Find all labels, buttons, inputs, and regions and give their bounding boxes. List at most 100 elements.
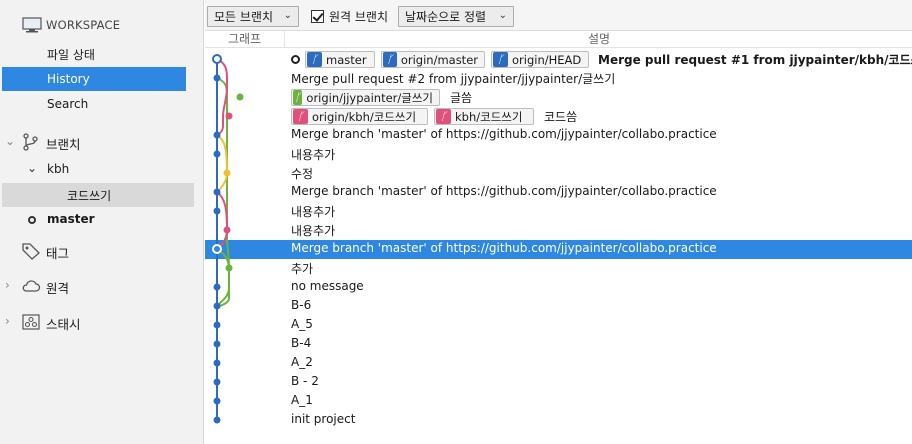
ref-tag-label: origin/kbh/코드쓰기 [312, 109, 417, 124]
column-header-description[interactable]: 설명 [286, 31, 912, 48]
commit-row[interactable]: 내용추가 [205, 221, 912, 240]
commit-row[interactable]: 추가 [205, 259, 912, 278]
stashes-label: 스태시 [46, 317, 81, 332]
commit-row[interactable]: A_5 [205, 316, 912, 335]
ref-tag-remote[interactable]: ᚴ origin/HEAD [491, 51, 589, 68]
commit-description: no message [291, 279, 364, 293]
ref-tag-remote[interactable]: ᚴ origin/jjypainter/글쓰기 [291, 89, 440, 106]
commit-description: init project [291, 412, 356, 426]
commit-row[interactable]: Merge pull request #2 from jjypainter/jj… [205, 69, 912, 88]
chevron-down-icon[interactable]: ⌄ [27, 161, 37, 175]
commit-description: A_1 [291, 393, 313, 407]
branch-folder-kbh[interactable]: ⌄ kbh [0, 158, 204, 182]
history-toolbar: 모든 브랜치 ⌄ 원격 브랜치 날짜순으로 정렬 ⌄ [205, 0, 912, 31]
sidebar-section-remotes[interactable]: › 원격 [0, 274, 204, 298]
commit-description: Merge branch 'master' of https://github.… [291, 127, 717, 141]
stash-icon [22, 314, 40, 330]
chevron-right-icon[interactable]: › [5, 314, 17, 328]
commit-row[interactable]: B - 2 [205, 373, 912, 392]
commit-row[interactable]: B-6 [205, 297, 912, 316]
commit-list: ᚴ master ᚴ origin/master ᚴ origin/HEAD M… [205, 48, 912, 444]
sidebar: WORKSPACE 파일 상태 History Search ⌄ 브랜치 ⌄ k… [0, 0, 204, 444]
sidebar-item-label: 파일 상태 [47, 47, 95, 62]
commit-row[interactable]: init project [205, 411, 912, 430]
chevron-right-icon[interactable]: › [5, 278, 17, 292]
branch-filter-dropdown[interactable]: 모든 브랜치 ⌄ [207, 6, 299, 27]
current-branch-icon [28, 216, 36, 224]
commit-row[interactable]: ᚴ origin/kbh/코드쓰기 ᚴ kbh/코드쓰기 코드씀 [205, 107, 912, 126]
ref-tag-remote[interactable]: ᚴ origin/master [381, 51, 485, 68]
commit-description: A_5 [291, 317, 313, 331]
sidebar-item-search[interactable]: Search [0, 92, 204, 116]
commit-row[interactable]: Merge branch 'master' of https://github.… [205, 126, 912, 145]
branch-folder-label: kbh [47, 162, 70, 176]
commit-description: B-6 [291, 298, 312, 312]
sidebar-item-history[interactable]: History [2, 67, 186, 91]
commit-row[interactable]: B-4 [205, 335, 912, 354]
commit-row[interactable]: no message [205, 278, 912, 297]
commit-row[interactable]: 내용추가 [205, 202, 912, 221]
sourcetree-window: WORKSPACE 파일 상태 History Search ⌄ 브랜치 ⌄ k… [0, 0, 912, 444]
commit-row[interactable]: 내용추가 [205, 145, 912, 164]
branch-item-label: master [47, 212, 95, 226]
sidebar-section-branches[interactable]: ⌄ 브랜치 [0, 130, 204, 154]
commit-row[interactable]: 수정 [205, 164, 912, 183]
sort-order-dropdown[interactable]: 날짜순으로 정렬 ⌄ [398, 6, 514, 27]
remote-branches-label: 원격 브랜치 [329, 10, 389, 24]
commit-row[interactable]: ᚴ origin/jjypainter/글쓰기 글씀 [205, 88, 912, 107]
chevron-down-icon: ⌄ [498, 10, 507, 21]
branch-filter-label: 모든 브랜치 [214, 10, 274, 24]
sidebar-section-stashes[interactable]: › 스태시 [0, 310, 204, 334]
branches-label: 브랜치 [46, 137, 81, 152]
monitor-icon [22, 17, 42, 33]
commit-row[interactable]: ᚴ master ᚴ origin/master ᚴ origin/HEAD M… [205, 50, 912, 69]
commit-description: 글씀 [450, 91, 473, 105]
remote-branches-checkbox[interactable]: 원격 브랜치 [311, 6, 388, 27]
ref-tag-label: origin/master [400, 52, 478, 67]
branch-icon [23, 133, 38, 151]
commit-description: Merge pull request #2 from jjypainter/jj… [291, 72, 616, 86]
commit-description: B - 2 [291, 374, 319, 388]
cloud-icon [22, 280, 41, 292]
sidebar-item-label: History [47, 72, 90, 86]
commit-row-selected[interactable]: Merge branch 'master' of https://github.… [205, 240, 912, 259]
sidebar-item-file-status[interactable]: 파일 상태 [0, 42, 204, 66]
sidebar-item-label: Search [47, 97, 89, 111]
ref-tag-remote[interactable]: ᚴ origin/kbh/코드쓰기 [291, 108, 428, 125]
column-header: 그래프 설명 [205, 31, 912, 48]
branch-badge-icon: ᚴ [293, 90, 303, 105]
commit-description: Merge pull request #1 from jjypainter/kb… [598, 53, 912, 67]
workspace-header[interactable]: WORKSPACE [0, 13, 204, 37]
ref-tag-label: origin/HEAD [512, 52, 582, 67]
tags-label: 태그 [46, 246, 70, 261]
branch-badge-icon: ᚴ [293, 109, 308, 124]
commit-description: A_2 [291, 355, 313, 369]
sidebar-section-tags[interactable]: 태그 [0, 239, 204, 263]
checkbox-checked-icon[interactable] [311, 10, 324, 23]
head-indicator-icon [291, 55, 300, 64]
commit-row[interactable]: A_2 [205, 354, 912, 373]
branch-item-label: 코드쓰기 [67, 188, 112, 203]
commit-description: 코드씀 [544, 110, 578, 124]
commit-row[interactable]: Merge branch 'master' of https://github.… [205, 183, 912, 202]
branch-badge-icon: ᚴ [307, 52, 322, 67]
workspace-label: WORKSPACE [46, 18, 121, 32]
commit-description: Merge branch 'master' of https://github.… [291, 241, 717, 255]
branch-item-master[interactable]: master [0, 208, 204, 232]
ref-tag-branch[interactable]: ᚴ master [305, 51, 375, 68]
sort-order-label: 날짜순으로 정렬 [405, 10, 487, 24]
commit-description: 내용추가 [291, 224, 336, 238]
branch-item-kbh-code[interactable]: 코드쓰기 [2, 183, 194, 207]
chevron-down-icon[interactable]: ⌄ [5, 134, 17, 148]
commit-description: 내용추가 [291, 148, 336, 162]
commit-row[interactable]: A_1 [205, 392, 912, 411]
branch-badge-icon: ᚴ [493, 52, 508, 67]
chevron-down-icon: ⌄ [283, 10, 292, 21]
commit-description: 내용추가 [291, 205, 336, 219]
ref-tag-branch[interactable]: ᚴ kbh/코드쓰기 [434, 108, 534, 125]
commit-description: Merge branch 'master' of https://github.… [291, 184, 717, 198]
branch-badge-icon: ᚴ [383, 52, 397, 67]
column-header-graph[interactable]: 그래프 [205, 31, 285, 48]
commit-description: 수정 [291, 167, 314, 181]
commit-description: 추가 [291, 262, 314, 276]
